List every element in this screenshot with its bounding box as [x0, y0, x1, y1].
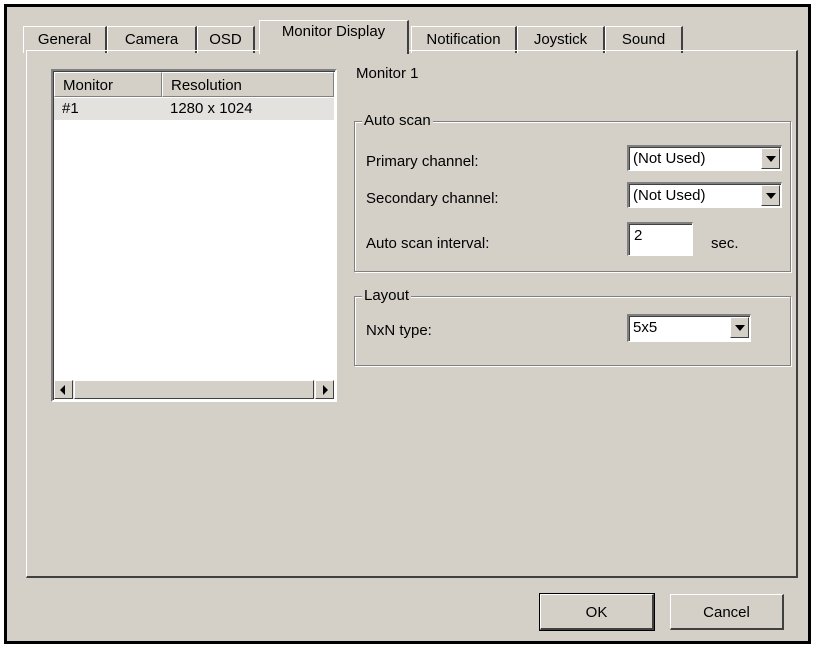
ok-button[interactable]: OK — [539, 593, 655, 631]
horizontal-scrollbar[interactable] — [54, 380, 334, 399]
monitor-display-page: Monitor Resolution #1 1280 x 1024 Monito… — [26, 50, 798, 578]
secondary-channel-select[interactable]: (Not Used) — [627, 182, 782, 208]
nxn-type-select[interactable]: 5x5 — [627, 314, 751, 342]
chevron-down-icon — [735, 325, 745, 331]
monitor-list-header: Monitor Resolution — [54, 72, 334, 97]
tab-camera[interactable]: Camera — [107, 26, 197, 53]
auto-scan-interval-value: 2 — [634, 227, 643, 244]
nxn-type-dropdown-button[interactable] — [730, 317, 749, 338]
secondary-channel-value: (Not Used) — [633, 187, 706, 204]
tab-notification[interactable]: Notification — [411, 26, 517, 53]
monitor-heading: Monitor 1 — [356, 65, 419, 82]
primary-channel-select[interactable]: (Not Used) — [627, 145, 782, 171]
scroll-left-button[interactable] — [54, 380, 73, 399]
list-item-monitor: #1 — [62, 100, 79, 117]
arrow-right-icon — [323, 385, 328, 395]
secondary-channel-dropdown-button[interactable] — [761, 185, 780, 206]
cancel-button[interactable]: Cancel — [670, 594, 784, 630]
primary-channel-label: Primary channel: — [366, 153, 479, 170]
nxn-type-value: 5x5 — [633, 319, 658, 336]
list-item-resolution: 1280 x 1024 — [170, 100, 253, 117]
nxn-type-label: NxN type: — [366, 322, 432, 339]
secondary-channel-label: Secondary channel: — [366, 190, 499, 207]
monitor-list[interactable]: Monitor Resolution #1 1280 x 1024 — [51, 69, 337, 402]
primary-channel-value: (Not Used) — [633, 150, 706, 167]
tab-joystick-label: Joystick — [533, 31, 588, 48]
chevron-down-icon — [766, 156, 776, 162]
tab-osd[interactable]: OSD — [197, 26, 255, 53]
list-item[interactable]: #1 1280 x 1024 — [54, 98, 334, 120]
tab-general-label: General — [37, 31, 92, 48]
auto-scan-interval-label: Auto scan interval: — [366, 235, 490, 252]
tab-monitor-display-label: Monitor Display — [281, 23, 386, 40]
scrollbar-thumb[interactable] — [74, 380, 314, 399]
layout-group-title: Layout — [362, 287, 412, 304]
scroll-right-button[interactable] — [315, 380, 334, 399]
tab-sound-label: Sound — [621, 31, 666, 48]
tab-osd-label: OSD — [209, 31, 242, 48]
settings-dialog: General Camera OSD Monitor Display Notif… — [4, 4, 811, 644]
column-header-monitor[interactable]: Monitor — [54, 72, 162, 97]
auto-scan-group-title: Auto scan — [362, 112, 433, 129]
column-header-resolution[interactable]: Resolution — [162, 72, 334, 97]
tab-joystick[interactable]: Joystick — [517, 26, 605, 53]
auto-scan-interval-input[interactable]: 2 — [627, 222, 693, 256]
tab-general[interactable]: General — [23, 26, 107, 53]
tab-monitor-display[interactable]: Monitor Display — [259, 20, 409, 54]
tab-sound[interactable]: Sound — [605, 26, 683, 53]
tab-strip: General Camera OSD Monitor Display Notif… — [7, 7, 808, 54]
primary-channel-dropdown-button[interactable] — [761, 148, 780, 169]
chevron-down-icon — [766, 193, 776, 199]
tab-camera-label: Camera — [124, 31, 179, 48]
auto-scan-interval-unit: sec. — [711, 235, 739, 252]
arrow-left-icon — [60, 385, 65, 395]
tab-notification-label: Notification — [426, 31, 501, 48]
